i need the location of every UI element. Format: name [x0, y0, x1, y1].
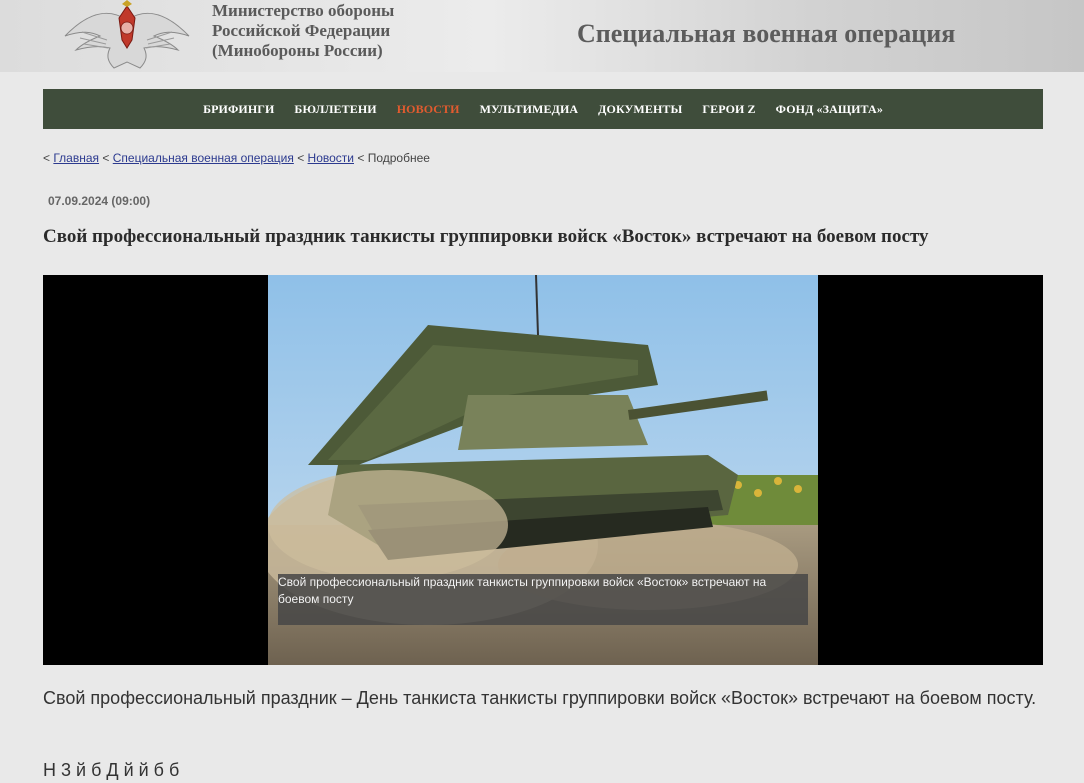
breadcrumb-current: Подробнее	[367, 151, 430, 165]
section-title[interactable]: Специальная военная операция	[577, 19, 955, 49]
ministry-line-3: (Минобороны России)	[212, 41, 383, 60]
article-date: 07.09.2024 (09:00)	[48, 194, 151, 208]
nav-item-bulletins[interactable]: БЮЛЛЕТЕНИ	[294, 102, 376, 117]
ministry-line-2: Российской Федерации	[212, 21, 391, 40]
site-header: Министерство обороны Российской Федераци…	[0, 0, 1084, 72]
breadcrumb-home-link[interactable]: Главная	[53, 151, 99, 165]
ministry-line-1: Министерство обороны	[212, 1, 395, 20]
article-paragraph-2: Н 3 й б Д й й б б	[43, 760, 180, 780]
nav-item-documents[interactable]: ДОКУМЕНТЫ	[598, 102, 682, 117]
breadcrumb-separator: <	[297, 151, 305, 165]
breadcrumb-separator: <	[43, 151, 51, 165]
breadcrumb: < Главная < Специальная военная операция…	[43, 151, 430, 165]
nav-item-heroes-z[interactable]: ГЕРОИ Z	[702, 102, 755, 117]
image-caption-text: Свой профессиональный праздник танкисты …	[278, 575, 767, 606]
breadcrumb-section-link[interactable]: Специальная военная операция	[113, 151, 294, 165]
breadcrumb-separator: <	[102, 151, 110, 165]
main-nav: БРИФИНГИ БЮЛЛЕТЕНИ НОВОСТИ МУЛЬТИМЕДИА Д…	[43, 89, 1043, 129]
ministry-name[interactable]: Министерство обороны Российской Федераци…	[212, 1, 394, 61]
nav-item-news[interactable]: НОВОСТИ	[397, 102, 460, 117]
breadcrumb-separator: <	[357, 151, 365, 165]
nav-item-multimedia[interactable]: МУЛЬТИМЕДИА	[480, 102, 579, 117]
article-paragraph-1: Свой профессиональный праздник – День та…	[43, 688, 1037, 708]
article-title: Свой профессиональный праздник танкисты …	[43, 226, 929, 247]
image-caption-box: Свой профессиональный праздник танкисты …	[278, 574, 808, 625]
breadcrumb-news-link[interactable]: Новости	[308, 151, 354, 165]
double-headed-eagle-emblem-icon[interactable]	[62, 0, 192, 72]
nav-item-fund-zashchita[interactable]: ФОНД «ЗАЩИТА»	[776, 102, 883, 117]
article-media[interactable]: Свой профессиональный праздник танкисты …	[43, 275, 1043, 665]
nav-item-briefings[interactable]: БРИФИНГИ	[203, 102, 274, 117]
